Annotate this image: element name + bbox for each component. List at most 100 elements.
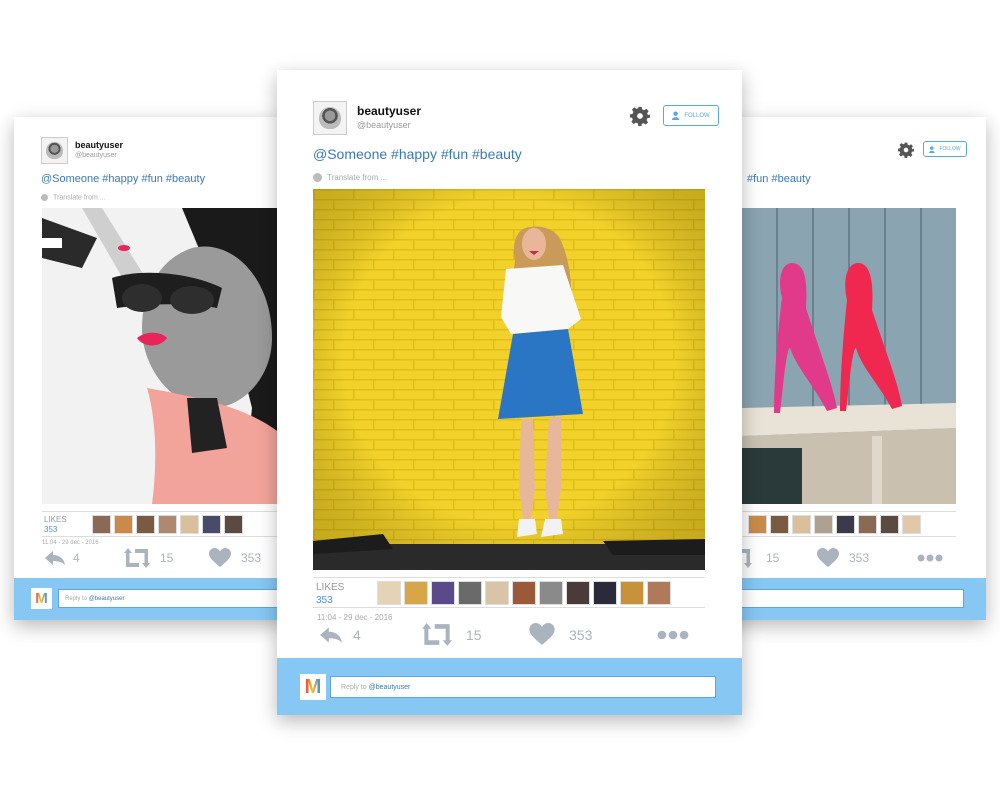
liker-avatar[interactable] <box>902 515 921 534</box>
reply-handle: @beautyuser <box>88 595 125 602</box>
m-logo: M <box>300 674 326 700</box>
post-card-left: beautyuser @beautyuser @Someone #happy #… <box>14 117 286 620</box>
retweet-action[interactable]: 15 <box>124 548 209 568</box>
likes-label: LIKES <box>316 582 345 593</box>
likes-count[interactable]: 353 <box>316 595 333 606</box>
post-photo[interactable] <box>42 208 286 504</box>
actions-bar: 4 15 353 <box>319 623 689 646</box>
globe-icon <box>41 194 48 201</box>
retweet-action[interactable]: 15 <box>422 623 529 646</box>
gear-icon[interactable] <box>630 106 650 126</box>
liker-avatar[interactable] <box>458 581 482 605</box>
liker-avatar[interactable] <box>647 581 671 605</box>
likers-avatars <box>377 581 674 605</box>
liker-avatar[interactable] <box>858 515 877 534</box>
like-action[interactable]: 353 <box>529 623 657 646</box>
liker-avatar[interactable] <box>836 515 855 534</box>
liker-avatar[interactable] <box>593 581 617 605</box>
liker-avatar[interactable] <box>224 515 243 534</box>
like-action[interactable]: 353 <box>209 548 261 568</box>
post-text: @Someone #happy #fun #beauty <box>41 173 206 185</box>
heart-icon <box>529 623 555 645</box>
timestamp: 11:04 - 29 dec - 2016 <box>317 613 393 622</box>
avatar[interactable] <box>41 137 68 164</box>
heart-icon <box>209 548 231 567</box>
reply-input[interactable] <box>714 589 964 608</box>
retweet-icon <box>422 623 452 646</box>
liker-avatar[interactable] <box>814 515 833 534</box>
gear-icon[interactable] <box>898 142 914 158</box>
more-action[interactable] <box>657 630 689 640</box>
retweet-icon <box>124 548 150 568</box>
reply-input[interactable]: Reply to @beautyuser <box>330 676 716 698</box>
follow-button[interactable]: FOLLOW <box>923 141 967 157</box>
like-count: 353 <box>569 626 593 643</box>
follow-label: FOLLOW <box>684 112 710 119</box>
reply-action[interactable]: 4 <box>319 626 422 644</box>
translate-link[interactable]: Translate from ... <box>313 173 388 183</box>
handle: @beautyuser <box>75 152 117 159</box>
liker-avatar[interactable] <box>202 515 221 534</box>
like-count: 353 <box>241 551 262 565</box>
reply-icon <box>320 626 342 643</box>
woman-sunglasses-image <box>42 208 286 504</box>
more-icon <box>657 630 689 639</box>
liker-avatar[interactable] <box>620 581 644 605</box>
avatar[interactable] <box>313 101 347 135</box>
likes-count[interactable]: 353 <box>44 525 57 534</box>
heart-icon <box>817 548 839 567</box>
liker-avatar[interactable] <box>770 515 789 534</box>
post-card-right: FOLLOW #fun #beauty 15 353 <box>714 117 986 620</box>
reply-bar: M Reply to @beautyuser <box>277 658 742 715</box>
retweet-count: 15 <box>766 551 780 565</box>
handle: @beautyuser <box>357 120 411 130</box>
liker-avatar[interactable] <box>485 581 509 605</box>
translate-label: Translate from ... <box>53 194 106 202</box>
liker-avatar[interactable] <box>880 515 899 534</box>
reply-prefix: Reply to <box>65 595 88 602</box>
retweet-count: 15 <box>466 626 482 643</box>
reply-action[interactable]: 4 <box>44 550 124 566</box>
more-action[interactable] <box>917 554 943 562</box>
follow-button[interactable]: FOLLOW <box>663 105 719 126</box>
liker-avatar[interactable] <box>404 581 428 605</box>
pink-heels-image <box>742 208 956 504</box>
reply-input[interactable]: Reply to @beautyuser <box>58 589 286 608</box>
liker-avatar[interactable] <box>512 581 536 605</box>
liker-avatar[interactable] <box>114 515 133 534</box>
retweet-icon <box>742 549 752 568</box>
username[interactable]: beautyuser <box>357 104 421 118</box>
liker-avatar[interactable] <box>158 515 177 534</box>
liker-avatar[interactable] <box>180 515 199 534</box>
reply-count: 4 <box>73 551 80 565</box>
liker-avatar[interactable] <box>566 581 590 605</box>
reply-bar: M Reply to @beautyuser <box>14 578 286 620</box>
liker-avatar[interactable] <box>748 515 767 534</box>
likers-avatars <box>92 515 246 534</box>
follow-user-icon <box>672 111 680 120</box>
liker-avatar[interactable] <box>136 515 155 534</box>
liker-avatar[interactable] <box>431 581 455 605</box>
like-action[interactable]: 353 <box>817 548 917 568</box>
username[interactable]: beautyuser <box>75 140 123 150</box>
follow-label: FOLLOW <box>939 146 961 152</box>
liker-avatar[interactable] <box>792 515 811 534</box>
post-text: @Someone #happy #fun #beauty <box>313 146 522 162</box>
translate-link[interactable]: Translate from ... <box>41 194 106 201</box>
liker-avatar[interactable] <box>539 581 563 605</box>
likes-row: LIKES 353 <box>313 577 705 608</box>
liker-avatar[interactable] <box>377 581 401 605</box>
timestamp: 11:04 - 29 dec - 2016 <box>42 540 99 546</box>
post-photo[interactable] <box>313 189 705 570</box>
translate-label: Translate from ... <box>327 173 388 182</box>
stage: beautyuser @beautyuser @Someone #happy #… <box>0 0 1000 795</box>
follow-user-icon <box>929 145 936 153</box>
actions-bar: 4 15 353 <box>44 548 261 568</box>
reply-icon <box>45 551 65 565</box>
post-photo[interactable] <box>742 208 956 504</box>
likes-row: LIKES 353 <box>42 511 286 537</box>
woman-yellow-wall-image <box>313 189 705 570</box>
retweet-action[interactable]: 15 <box>742 548 817 568</box>
likes-label: LIKES <box>44 515 67 524</box>
liker-avatar[interactable] <box>92 515 111 534</box>
